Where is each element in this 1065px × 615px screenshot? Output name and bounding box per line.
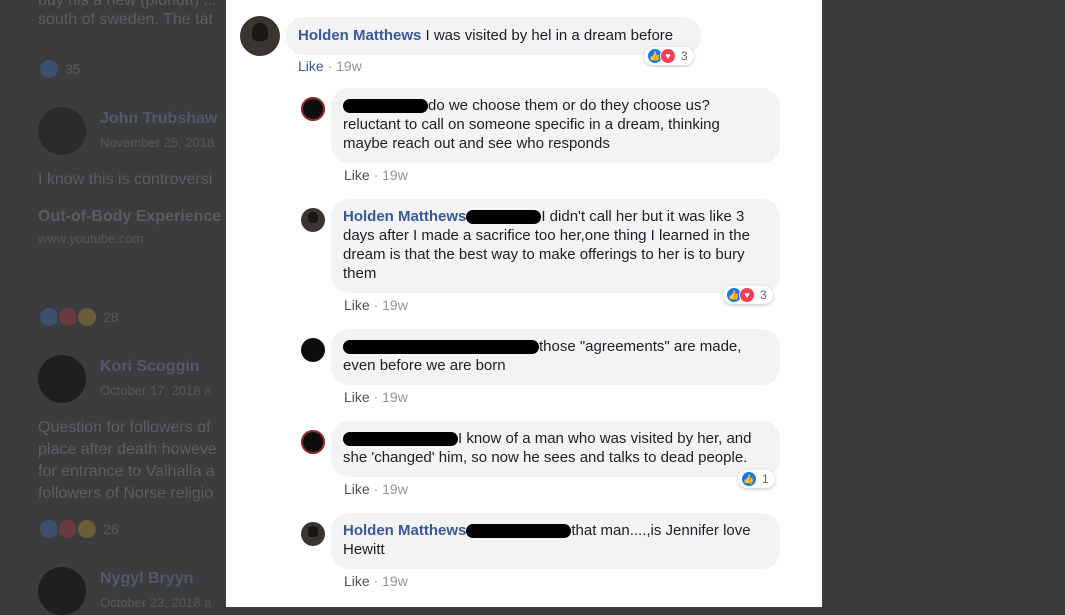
separator: · [373,297,379,313]
reply-actions: Like · 19w [344,297,408,313]
reply-text-line: I didn't call her but it was like 3 [541,208,745,225]
bg-text: place after death howeve [38,441,217,458]
bg-reaction-count: 28 [103,309,119,325]
like-link[interactable]: Like [344,573,370,589]
bg-author: John Trubshaw [100,110,218,127]
reactions-pill[interactable]: 👍 1 [738,470,775,488]
love-icon: ♥ [739,287,755,303]
reply-bubble: those "agreements" are made, even before… [331,329,780,385]
reply-actions: Like · 19w [344,481,408,497]
reply-text-line: I know of a man who was visited by her, … [458,430,752,447]
comment-actions: Like · 19w [298,58,362,74]
bg-author: Nygyl Bryyn [100,570,194,587]
avatar[interactable] [301,97,325,121]
timestamp[interactable]: 19w [382,297,408,313]
redacted-name [343,99,428,114]
redacted-name [466,524,572,539]
bg-reactions: 28 [38,306,119,328]
redacted-name [343,340,539,355]
reply-text-line: maybe reach out and see who responds [343,135,610,152]
avatar[interactable] [301,208,325,232]
like-link[interactable]: Like [344,167,370,183]
timestamp[interactable]: 19w [382,167,408,183]
reactions-pill[interactable]: 👍 ♥ 3 [644,47,694,65]
post-modal: Holden Matthews I was visited by hel in … [226,0,822,607]
redacted-name [343,432,458,447]
separator: · [327,58,333,74]
reactions-pill[interactable]: 👍 ♥ 3 [723,286,773,304]
reply-text-line: dream is that the best way to make offer… [343,246,745,263]
reply-actions: Like · 19w [344,573,408,589]
reply-author[interactable]: Holden Matthews [343,208,466,225]
bg-link-url: www.youtube.com [38,231,144,246]
reply-text-line: she 'changed' him, so now he sees and ta… [343,449,748,466]
separator: · [373,481,379,497]
like-link[interactable]: Like [344,389,370,405]
bg-author: Kori Scoggin [100,358,200,375]
reply-author[interactable]: Holden Matthews [343,522,466,539]
reaction-count: 3 [681,49,688,63]
bg-text: buy his a new (plohutt) ... [38,0,217,9]
avatar[interactable] [301,430,325,454]
reply-bubble: Holden Matthews that man....,is Jennifer … [331,513,780,569]
bg-date: October 17, 2018 a [100,383,212,398]
wow-icon [76,518,98,540]
reply-actions: Like · 19w [344,167,408,183]
avatar[interactable] [301,522,325,546]
avatar[interactable] [301,338,325,362]
separator: · [373,573,379,589]
bg-reactions: 35 [38,58,81,80]
haha-icon [76,306,98,328]
like-icon: 👍 [741,471,757,487]
bg-date: October 23, 2018 a [100,595,212,610]
bg-date: November 25, 2018 [100,135,215,150]
bg-reactions: 26 [38,518,119,540]
avatar [38,355,86,403]
reply-actions: Like · 19w [344,389,408,405]
reply-text-line: Hewitt [343,541,385,558]
reply-text-line: even before we are born [343,357,506,374]
bg-text: south of sweden. The tat [38,11,213,28]
comment-text: I was visited by hel in a dream before [425,27,674,44]
separator: · [373,167,379,183]
reply-text-line: do we choose them or do they choose us? [428,97,710,114]
comment-author[interactable]: Holden Matthews [298,27,421,44]
like-link[interactable]: Like [344,297,370,313]
bg-reaction-count: 26 [103,521,119,537]
love-icon: ♥ [660,48,676,64]
reaction-count: 1 [762,472,769,486]
reply-text-line: days after I made a sacrifice too her,on… [343,227,750,244]
like-link[interactable]: Like [298,58,324,74]
bg-reaction-count: 35 [65,61,81,77]
bg-link-title: Out-of-Body Experience [38,208,222,225]
avatar[interactable] [240,16,280,56]
reply-bubble: Holden Matthews I didn't call her but it … [331,199,780,293]
like-link[interactable]: Like [344,481,370,497]
timestamp[interactable]: 19w [336,58,362,74]
avatar [38,107,86,155]
bg-text: for entrance to Valhalla a [38,463,215,480]
timestamp[interactable]: 19w [382,389,408,405]
avatar [38,567,86,615]
reaction-count: 3 [760,288,767,302]
reply-text-line: reluctant to call on someone specific in… [343,116,720,133]
like-icon [38,58,60,80]
comment-bubble: Holden Matthews I was visited by hel in … [286,17,701,55]
reply-text-line: that man....,is Jennifer love [571,522,751,539]
reply-text-line: those "agreements" are made, [539,338,742,355]
reply-text-line: them [343,265,377,282]
timestamp[interactable]: 19w [382,573,408,589]
bg-text: followers of Norse religio [38,485,214,502]
reply-bubble: I know of a man who was visited by her, … [331,421,780,477]
redacted-name [466,210,542,225]
reply-bubble: do we choose them or do they choose us? … [331,88,780,163]
separator: · [373,389,379,405]
bg-text: Question for followers of [38,419,211,436]
bg-text: I know this is controversi [38,171,213,188]
timestamp[interactable]: 19w [382,481,408,497]
